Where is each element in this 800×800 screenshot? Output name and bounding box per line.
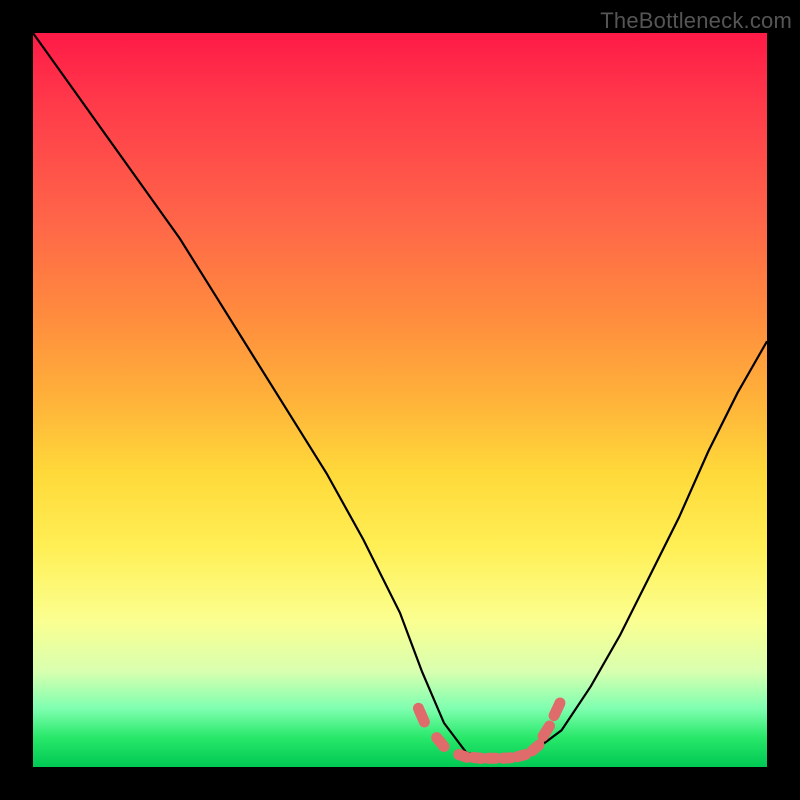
- chart-frame: TheBottleneck.com: [0, 0, 800, 800]
- valley-marker: [554, 703, 560, 716]
- curve-svg: [33, 33, 767, 767]
- valley-marker: [532, 745, 539, 751]
- valley-marker: [459, 755, 467, 758]
- valley-marker: [418, 708, 424, 722]
- valley-marker: [437, 738, 444, 747]
- bottleneck-curve: [33, 33, 767, 760]
- plot-area: [33, 33, 767, 767]
- valley-marker: [473, 758, 482, 759]
- watermark-text: TheBottleneck.com: [600, 8, 792, 34]
- valley-marker: [517, 755, 525, 757]
- valley-marker: [543, 726, 549, 736]
